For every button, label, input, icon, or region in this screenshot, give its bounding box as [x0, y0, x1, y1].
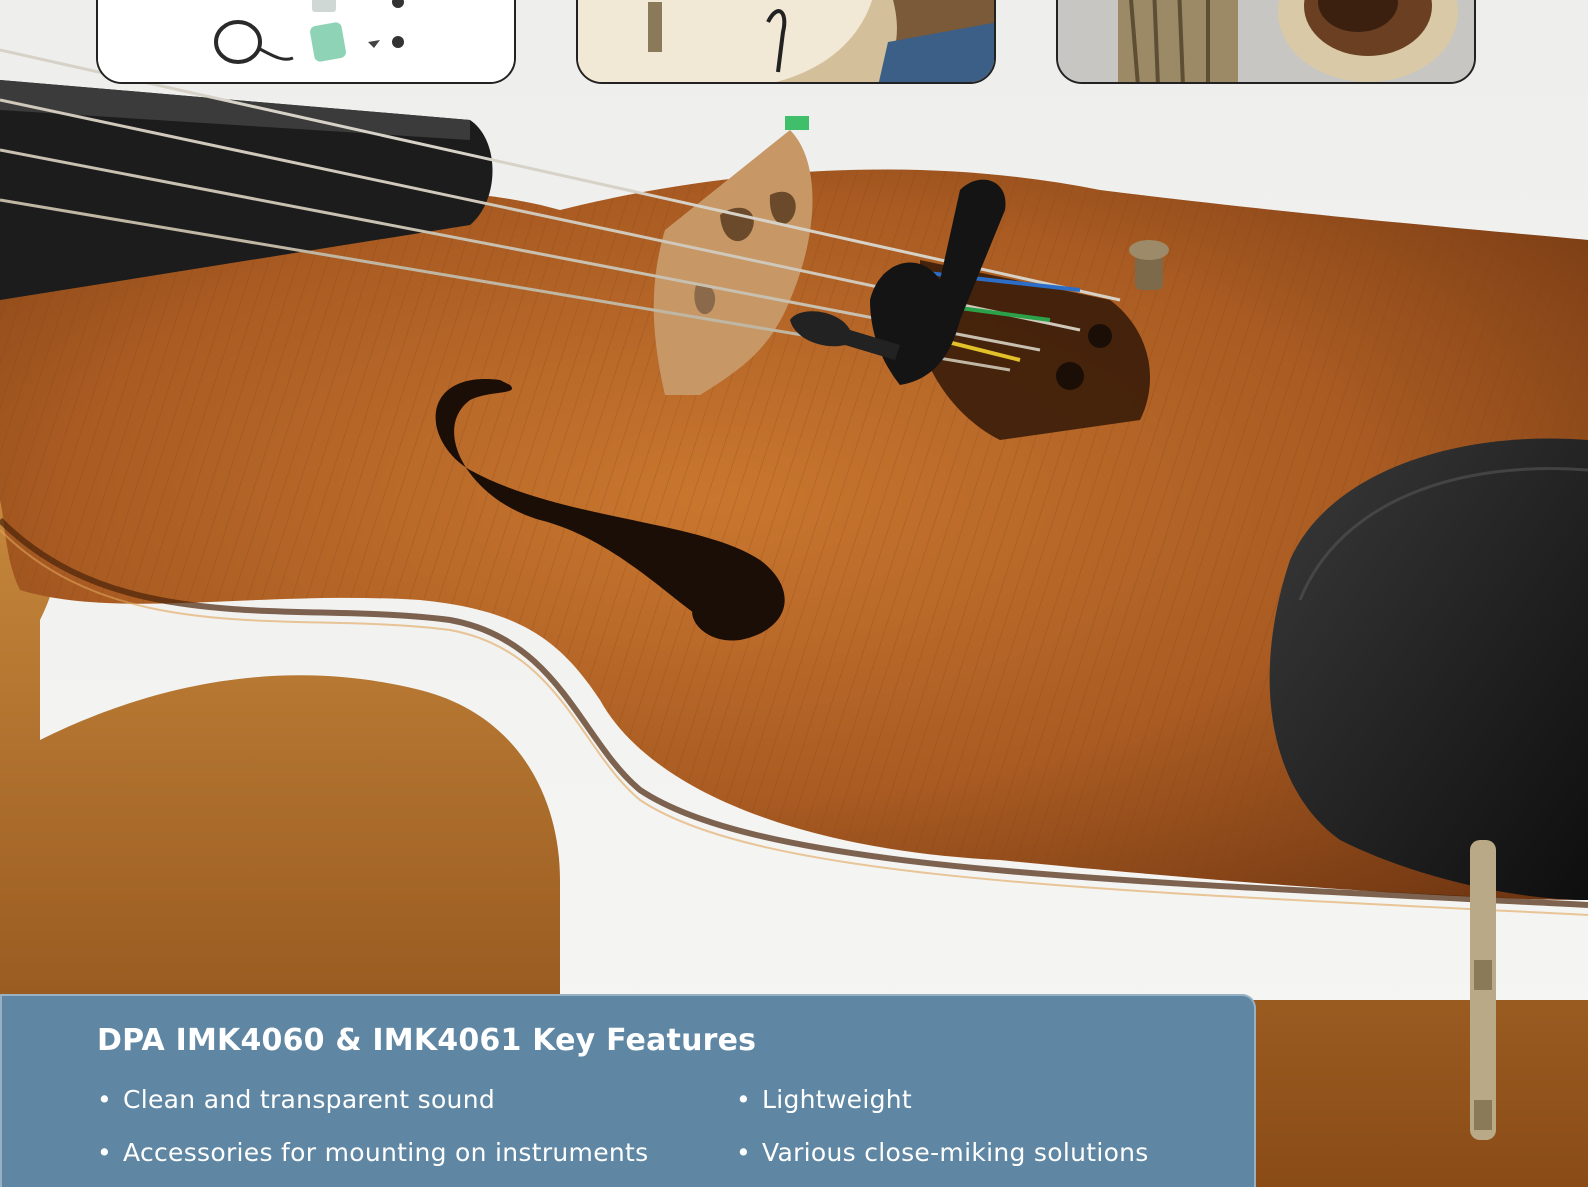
key-features-title: DPA IMK4060 & IMK4061 Key Features [97, 1023, 757, 1058]
bullet: • [736, 1085, 752, 1114]
feature-text: Clean and transparent sound [123, 1085, 496, 1114]
thumbnail-guitar [576, 0, 996, 84]
bullet: • [736, 1138, 752, 1167]
feature-text: Various close-miking solutions [762, 1138, 1149, 1167]
feature-item: • Accessories for mounting on instruments [97, 1138, 648, 1167]
brochure-page: DPA IMK4060 & IMK4061 Key Features • Clea… [0, 0, 1588, 1187]
bullet: • [97, 1085, 113, 1114]
feature-text: Accessories for mounting on instruments [123, 1138, 649, 1167]
feature-item: • Lightweight [736, 1085, 912, 1114]
feature-item: • Clean and transparent sound [97, 1085, 495, 1114]
feature-item: • Various close-miking solutions [736, 1138, 1149, 1167]
thumbnail-saxophone [1056, 0, 1476, 84]
bullet: • [97, 1138, 113, 1167]
thumbnail-mic-kit [96, 0, 516, 84]
feature-text: Lightweight [762, 1085, 912, 1114]
